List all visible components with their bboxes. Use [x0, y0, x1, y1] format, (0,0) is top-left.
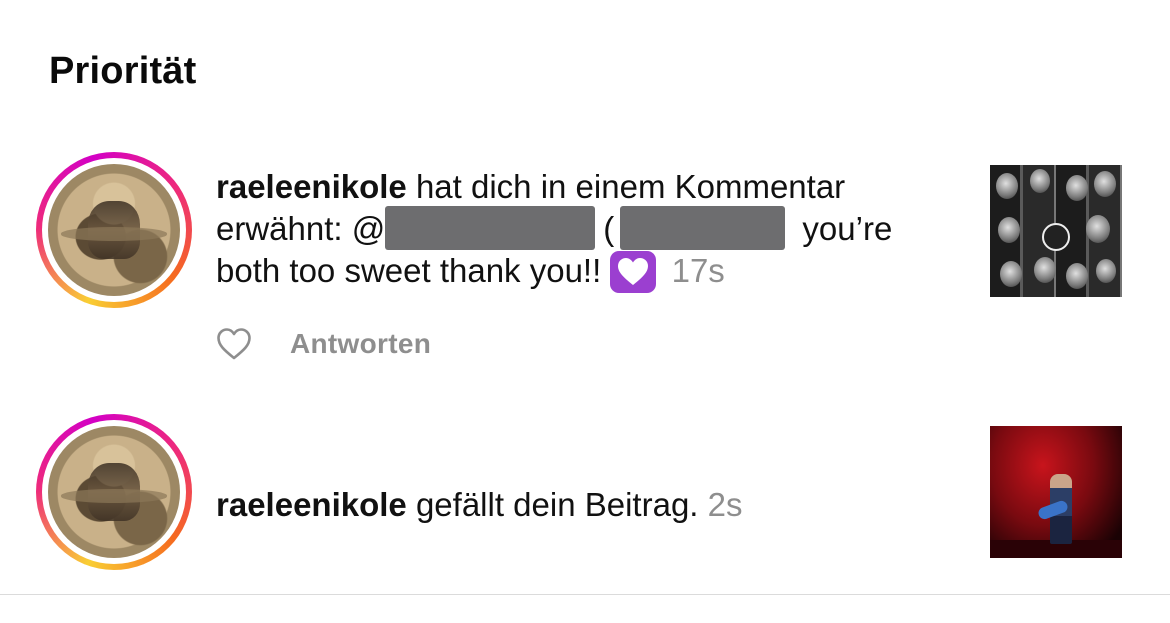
- notification-mention[interactable]: raeleenikole hat dich in einem Kommentar…: [0, 150, 1170, 390]
- notification-like-text: gefällt dein Beitrag.: [406, 486, 708, 523]
- band-logo-icon: [1042, 223, 1070, 251]
- comment-actions: Antworten: [216, 324, 431, 364]
- notification-text: raeleenikole hat dich in einem Kommentar…: [216, 166, 946, 293]
- post-thumbnail[interactable]: [990, 165, 1122, 297]
- notification-line3: both too sweet thank you!!: [216, 252, 611, 290]
- notification-text: raeleenikole gefällt dein Beitrag. 2s: [216, 484, 946, 526]
- section-title-priority: Priorität: [49, 50, 197, 92]
- redacted-mention-1: [385, 206, 596, 251]
- notification-like[interactable]: raeleenikole gefällt dein Beitrag. 2s: [0, 412, 1170, 582]
- notification-line2-mid: (: [603, 210, 615, 247]
- notification-line2-suffix: you’re: [802, 210, 893, 247]
- redacted-mention-2: [620, 206, 786, 251]
- timestamp: 2s: [707, 486, 743, 523]
- username-link[interactable]: raeleenikole: [216, 486, 407, 523]
- avatar-story-ring[interactable]: [36, 152, 192, 308]
- avatar-story-ring[interactable]: [36, 414, 192, 570]
- avatar: [48, 426, 180, 558]
- post-thumbnail[interactable]: [990, 426, 1122, 558]
- notification-line2-prefix: erwähnt: @: [216, 210, 386, 247]
- heart-outline-icon[interactable]: [216, 327, 252, 361]
- reply-button[interactable]: Antworten: [290, 328, 431, 360]
- timestamp: 17s: [671, 252, 725, 290]
- notification-line1: hat dich in einem Kommentar: [406, 168, 846, 205]
- username-link[interactable]: raeleenikole: [216, 168, 407, 205]
- divider: [0, 594, 1170, 595]
- avatar: [48, 164, 180, 296]
- purple-heart-icon: [610, 250, 657, 293]
